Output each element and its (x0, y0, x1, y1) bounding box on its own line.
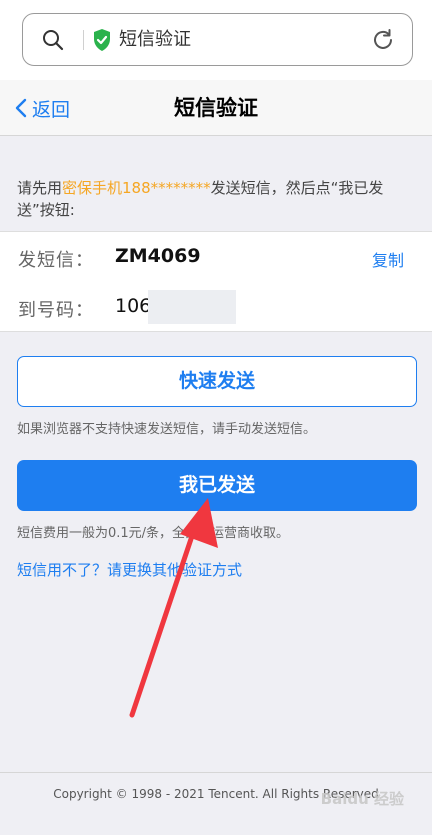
footer-divider (0, 772, 432, 773)
shield-check-icon (94, 29, 110, 51)
annotation-arrow-icon (129, 498, 218, 718)
instruction-prefix: 请先用 (17, 179, 63, 197)
reload-icon[interactable] (370, 27, 396, 53)
fast-send-button[interactable]: 快速发送 (17, 356, 417, 407)
address-divider (83, 30, 84, 50)
send-sms-label: 发短信： (18, 250, 94, 271)
watermark: Baidu 经验 (320, 790, 404, 808)
page-header: 返回 短信验证 (0, 80, 432, 136)
sms-content-row: 发短信： ZM4069 复制 (0, 232, 432, 282)
copy-button[interactable]: 复制 (372, 247, 404, 271)
sms-code: ZM4069 (115, 245, 201, 267)
page-title: 短信验证 (174, 96, 258, 120)
search-icon (43, 30, 64, 51)
address-title: 短信验证 (119, 29, 191, 50)
browser-toolbar: 短信验证 (0, 0, 432, 80)
to-number-label: 到号码： (18, 300, 94, 321)
address-bar[interactable]: 短信验证 (22, 13, 413, 66)
fast-send-note: 如果浏览器不支持快速发送短信，请手动发送短信。 (17, 422, 317, 437)
sms-info-card: 发短信： ZM4069 复制 到号码： 106 (0, 231, 432, 332)
sms-target-number: 106 (115, 295, 152, 317)
redaction-box (148, 290, 236, 324)
sms-number-row: 到号码： 106 (0, 282, 432, 332)
secure-phone-number: 密保手机188******** (62, 179, 211, 197)
instruction-text: 请先用密保手机188********发送短信，然后点“我已发送”按钮: (17, 177, 417, 221)
